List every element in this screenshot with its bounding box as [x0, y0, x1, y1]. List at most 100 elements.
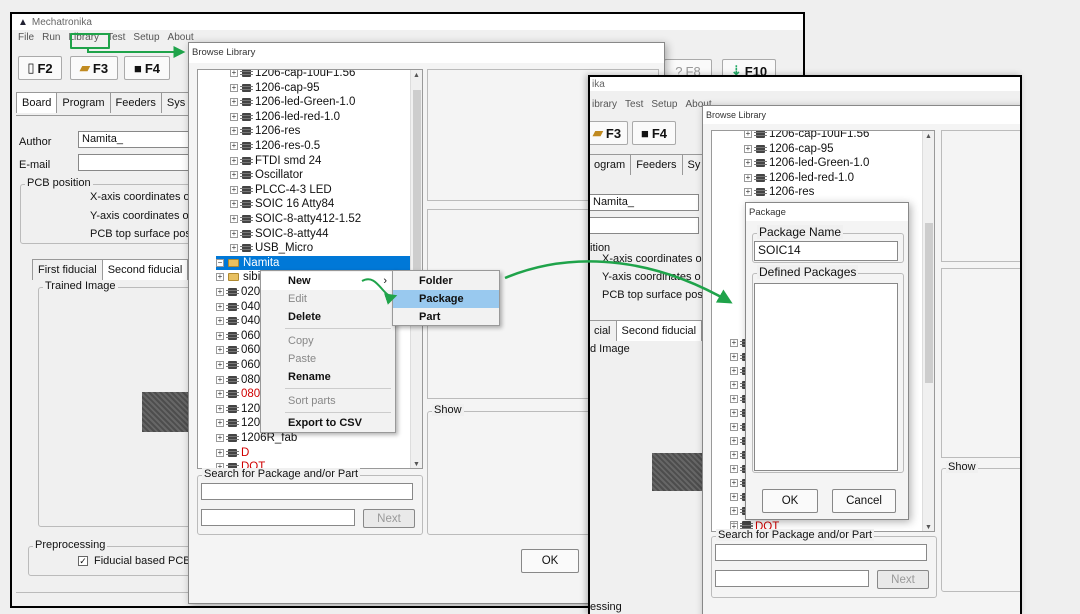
tree-node[interactable]: +1206-led-red-1.0	[230, 110, 340, 124]
author-field-2[interactable]: Namita_	[590, 194, 699, 211]
expand-icon[interactable]: +	[730, 437, 738, 445]
tree-node[interactable]: +1206-cap-95	[230, 81, 320, 95]
tab-first-fiducial[interactable]: First fiducial	[32, 259, 103, 280]
expand-icon[interactable]: +	[216, 390, 224, 399]
expand-icon[interactable]: +	[730, 507, 738, 515]
tree-node[interactable]: + Oscillator	[230, 168, 303, 182]
tree-node[interactable]: + PLCC-4-3 LED	[230, 183, 332, 197]
expand-icon[interactable]: +	[216, 361, 224, 369]
expand-icon[interactable]: +	[744, 159, 752, 168]
menu-item-paste[interactable]: Paste	[261, 350, 395, 368]
expand-icon[interactable]: +	[216, 317, 224, 326]
scroll-thumb[interactable]	[925, 223, 933, 383]
expand-icon[interactable]: +	[216, 288, 224, 296]
menu-item-sort-parts[interactable]: Sort parts	[261, 392, 395, 410]
expand-icon[interactable]: +	[744, 144, 752, 153]
author-field[interactable]: Namita_	[78, 131, 196, 148]
expand-icon[interactable]: +	[730, 395, 738, 403]
menu-item-edit[interactable]: Edit	[261, 290, 395, 308]
menu-library-2[interactable]: ibrary	[592, 99, 617, 110]
tree-node[interactable]: + sibi	[216, 270, 260, 284]
tree-node[interactable]: + SOIC-8-atty412-1.52	[230, 212, 361, 226]
f4-button-2[interactable]: ■ F4	[632, 121, 676, 145]
expand-icon[interactable]: +	[230, 229, 238, 238]
defined-packages-list[interactable]	[754, 283, 898, 471]
tree-node[interactable]: +1206-res	[230, 124, 300, 138]
scroll-down-icon[interactable]: ▼	[925, 524, 932, 531]
scroll-up-icon[interactable]: ▲	[413, 72, 420, 79]
menu-run[interactable]: Run	[42, 32, 60, 43]
tree-node[interactable]: +120	[216, 402, 260, 416]
tree-node[interactable]: +040	[216, 300, 260, 314]
expand-icon[interactable]: +	[230, 215, 238, 223]
expand-icon[interactable]: +	[730, 451, 738, 459]
tree-node[interactable]: +1206-res	[744, 185, 814, 199]
menu-item-rename[interactable]: Rename	[261, 368, 395, 386]
expand-icon[interactable]: +	[216, 404, 224, 413]
next-button[interactable]: Next	[363, 509, 415, 528]
expand-icon[interactable]: +	[744, 131, 752, 138]
tree-node[interactable]: +060	[216, 343, 260, 357]
menu-item-delete[interactable]: Delete	[261, 308, 395, 326]
tab-first-fiducial-2[interactable]: cial	[590, 320, 617, 341]
tree-node[interactable]: +1206-led-red-1.0	[744, 171, 854, 185]
tree-node[interactable]: +1206-cap-10uF1.56	[744, 131, 869, 141]
tree-node[interactable]: +1206-led-Green-1.0	[744, 156, 869, 170]
search-input[interactable]	[201, 483, 413, 500]
tab-second-fiducial[interactable]: Second fiducial	[101, 259, 189, 280]
package-name-input[interactable]: SOIC14	[754, 241, 898, 261]
tree-scrollbar[interactable]: ▲ ▼	[922, 131, 934, 531]
menu-item-copy[interactable]: Copy	[261, 332, 395, 350]
tab-feeders-2[interactable]: Feeders	[630, 154, 683, 175]
search-secondary-input[interactable]	[201, 509, 355, 526]
submenu-folder[interactable]: Folder	[393, 272, 499, 290]
f2-button[interactable]: ▯ F2	[18, 56, 62, 80]
tab-program[interactable]: Program	[56, 92, 111, 113]
expand-icon[interactable]: +	[744, 188, 752, 197]
next-button-2[interactable]: Next	[877, 570, 929, 589]
tree-node[interactable]: +020	[216, 285, 260, 299]
expand-icon[interactable]: +	[730, 493, 738, 501]
tree-node[interactable]: +080	[216, 373, 260, 387]
tab-board[interactable]: Board	[16, 92, 58, 113]
submenu-package[interactable]: Package	[393, 290, 499, 308]
f4-button[interactable]: ■ F4	[124, 56, 170, 80]
expand-icon[interactable]: +	[730, 381, 738, 389]
tree-node[interactable]: +1206R_fab	[216, 431, 297, 445]
tree-node[interactable]: + FTDI smd 24	[230, 154, 321, 168]
tree-node[interactable]: + USB_Micro	[230, 241, 313, 255]
expand-icon[interactable]: +	[216, 302, 224, 311]
tab-system[interactable]: Sys	[160, 92, 192, 113]
ok-button[interactable]: OK	[521, 549, 579, 573]
tree-node[interactable]: +060	[216, 329, 260, 343]
email-field[interactable]	[78, 154, 196, 171]
tab-program-2[interactable]: ogram	[590, 154, 632, 175]
expand-icon[interactable]: +	[230, 200, 238, 209]
expand-icon[interactable]: +	[216, 434, 224, 442]
expand-icon[interactable]: +	[730, 423, 738, 431]
tree-node[interactable]: +1206-cap-95	[744, 142, 834, 156]
expand-icon[interactable]: +	[216, 331, 224, 340]
search-secondary-input-2[interactable]	[715, 570, 869, 587]
tree-node[interactable]: +040	[216, 314, 260, 328]
expand-icon[interactable]: +	[216, 273, 224, 282]
expand-icon[interactable]: +	[230, 83, 238, 92]
package-ok-button[interactable]: OK	[762, 489, 818, 513]
scroll-up-icon[interactable]: ▲	[925, 133, 932, 140]
expand-icon[interactable]: +	[730, 367, 738, 375]
expand-icon[interactable]: +	[230, 244, 238, 253]
tree-node[interactable]: +080	[216, 387, 260, 401]
tab-second-fiducial-2[interactable]: Second fiducial	[615, 320, 703, 341]
submenu-part[interactable]: Part	[393, 308, 499, 326]
tree-node[interactable]: + SOIC-8-atty44	[230, 227, 329, 241]
expand-icon[interactable]: +	[230, 171, 238, 180]
menu-file[interactable]: File	[18, 32, 34, 43]
expand-icon[interactable]: +	[216, 419, 224, 428]
expand-icon[interactable]: +	[730, 353, 738, 361]
menu-setup[interactable]: Setup	[133, 32, 159, 43]
expand-icon[interactable]: +	[230, 142, 238, 150]
menu-setup-2[interactable]: Setup	[651, 99, 677, 110]
tree-node[interactable]: + D	[216, 446, 249, 460]
email-field-2[interactable]	[590, 217, 699, 234]
f3-button-2[interactable]: ▰ F3	[590, 121, 628, 145]
